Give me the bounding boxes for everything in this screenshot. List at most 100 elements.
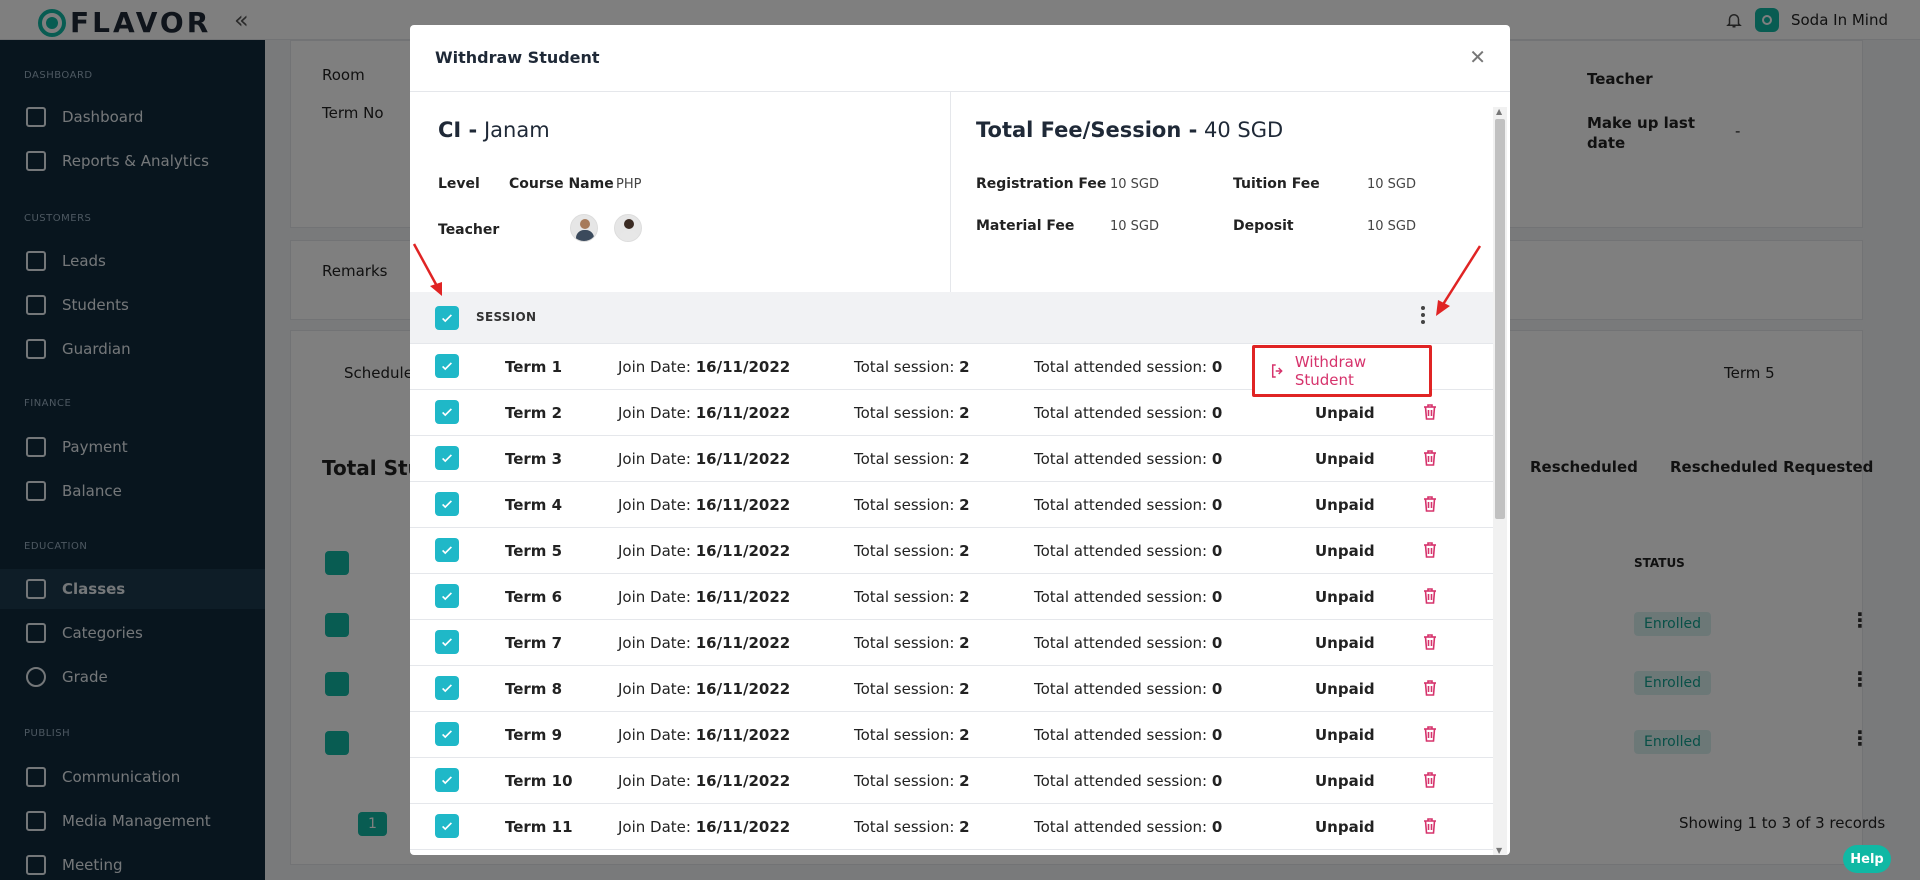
total-session: Total session: 2	[854, 726, 970, 744]
row-checkbox[interactable]	[435, 446, 459, 470]
row-checkbox[interactable]	[435, 400, 459, 424]
total-session: Total session: 2	[854, 680, 970, 698]
table-row: Term 4 Join Date: 16/11/2022 Total session…	[410, 482, 1493, 528]
payment-status: Unpaid	[1315, 496, 1375, 514]
row-checkbox[interactable]	[435, 814, 459, 838]
term-name: Term 11	[505, 818, 573, 836]
row-checkbox[interactable]	[435, 584, 459, 608]
attended-session-value: 0	[1211, 588, 1223, 606]
row-checkbox[interactable]	[435, 354, 459, 378]
ci-title: CI - Janam	[438, 118, 550, 142]
term-name: Term 4	[505, 496, 563, 514]
join-date-label: Join Date:	[618, 772, 691, 790]
material-fee-value: 10 SGD	[1110, 219, 1160, 234]
deposit-value: 10 SGD	[1367, 219, 1417, 234]
trash-icon[interactable]	[1422, 771, 1438, 789]
table-row: Term 6 Join Date: 16/11/2022 Total session…	[410, 574, 1493, 620]
total-session-value: 2	[959, 680, 970, 698]
teacher-avatar[interactable]	[570, 214, 598, 242]
row-checkbox[interactable]	[435, 492, 459, 516]
attended-session-label: Total attended session:	[1034, 818, 1208, 836]
trash-icon[interactable]	[1422, 679, 1438, 697]
row-checkbox[interactable]	[435, 722, 459, 746]
teacher-avatar[interactable]	[614, 214, 642, 242]
scrollbar[interactable]: ▲ ▼	[1493, 107, 1507, 855]
attended-session: Total attended session: 0	[1034, 772, 1222, 790]
scroll-down-icon[interactable]: ▼	[1496, 846, 1502, 855]
attended-session: Total attended session: 0	[1034, 634, 1222, 652]
row-checkbox[interactable]	[435, 538, 459, 562]
attended-session-label: Total attended session:	[1034, 450, 1208, 468]
row-checkbox[interactable]	[435, 768, 459, 792]
term-name: Term 2	[505, 404, 563, 422]
trash-icon[interactable]	[1422, 817, 1438, 835]
join-date-value: 16/11/2022	[695, 818, 791, 836]
trash-icon[interactable]	[1422, 633, 1438, 651]
check-icon	[442, 454, 452, 463]
attended-session: Total attended session: 0	[1034, 542, 1222, 560]
check-icon	[442, 546, 452, 555]
join-date: Join Date: 16/11/2022	[618, 818, 790, 836]
payment-status: Unpaid	[1315, 542, 1375, 560]
scroll-up-icon[interactable]: ▲	[1496, 107, 1502, 116]
withdraw-student-menu-item[interactable]: Withdraw Student	[1252, 345, 1432, 397]
trash-icon[interactable]	[1422, 725, 1438, 743]
close-icon[interactable]: ✕	[1469, 45, 1486, 69]
join-date-label: Join Date:	[618, 588, 691, 606]
join-date-value: 16/11/2022	[695, 634, 791, 652]
join-date-value: 16/11/2022	[695, 542, 791, 560]
attended-session: Total attended session: 0	[1034, 726, 1222, 744]
tuition-fee-label: Tuition Fee	[1233, 176, 1320, 192]
table-row: Term 9 Join Date: 16/11/2022 Total session…	[410, 712, 1493, 758]
modal-title: Withdraw Student	[435, 48, 600, 67]
table-row: Term 11 Join Date: 16/11/2022 Total sessio…	[410, 804, 1493, 850]
join-date-value: 16/11/2022	[695, 496, 791, 514]
ci-label: CI -	[438, 118, 478, 142]
join-date: Join Date: 16/11/2022	[618, 726, 790, 744]
trash-icon[interactable]	[1422, 541, 1438, 559]
join-date-label: Join Date:	[618, 496, 691, 514]
payment-status: Unpaid	[1315, 450, 1375, 468]
payment-status: Unpaid	[1315, 634, 1375, 652]
total-session-value: 2	[959, 542, 970, 560]
total-session-label: Total session:	[854, 450, 955, 468]
join-date-value: 16/11/2022	[695, 680, 791, 698]
total-session: Total session: 2	[854, 450, 970, 468]
payment-status: Unpaid	[1315, 772, 1375, 790]
payment-status: Unpaid	[1315, 404, 1375, 422]
attended-session: Total attended session: 0	[1034, 818, 1222, 836]
trash-icon[interactable]	[1422, 587, 1438, 605]
attended-session-value: 0	[1211, 542, 1223, 560]
join-date-value: 16/11/2022	[695, 726, 791, 744]
registration-fee-label: Registration Fee	[976, 176, 1107, 192]
trash-icon[interactable]	[1422, 449, 1438, 467]
select-all-checkbox[interactable]	[435, 306, 459, 330]
attended-session: Total attended session: 0	[1034, 404, 1222, 422]
total-session-label: Total session:	[854, 358, 955, 376]
total-session: Total session: 2	[854, 634, 970, 652]
check-icon	[442, 776, 452, 785]
scrollbar-thumb[interactable]	[1495, 119, 1505, 519]
check-icon	[442, 592, 452, 601]
join-date-label: Join Date:	[618, 680, 691, 698]
row-checkbox[interactable]	[435, 676, 459, 700]
row-checkbox[interactable]	[435, 630, 459, 654]
attended-session: Total attended session: 0	[1034, 358, 1222, 376]
check-icon	[442, 362, 452, 371]
attended-session: Total attended session: 0	[1034, 588, 1222, 606]
total-session: Total session: 2	[854, 772, 970, 790]
total-session-value: 2	[959, 358, 970, 376]
trash-icon[interactable]	[1422, 403, 1438, 421]
total-session-value: 2	[959, 496, 970, 514]
trash-icon[interactable]	[1422, 495, 1438, 513]
attended-session-label: Total attended session:	[1034, 588, 1208, 606]
join-date: Join Date: 16/11/2022	[618, 680, 790, 698]
fee-info-panel: Total Fee/Session - 40 SGD Registration …	[951, 92, 1451, 292]
kebab-menu-icon[interactable]	[1420, 306, 1426, 324]
join-date: Join Date: 16/11/2022	[618, 496, 790, 514]
help-button[interactable]: Help	[1843, 845, 1891, 873]
join-date-label: Join Date:	[618, 358, 691, 376]
term-name: Term 6	[505, 588, 563, 606]
join-date: Join Date: 16/11/2022	[618, 542, 790, 560]
logout-icon	[1271, 364, 1283, 378]
